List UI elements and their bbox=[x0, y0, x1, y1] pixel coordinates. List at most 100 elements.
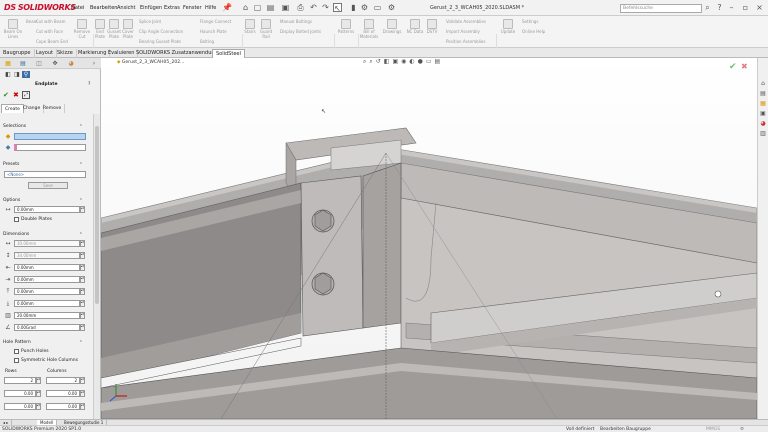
dim-field-1[interactable]: 30.00mm bbox=[14, 240, 80, 247]
cope-beam-end-button[interactable]: Cope Beam End bbox=[36, 39, 68, 44]
options-offset-field[interactable]: 0.00mm bbox=[14, 206, 80, 213]
gusset-plate-button[interactable]: Gusset Plate bbox=[107, 19, 121, 39]
view-palette-icon[interactable]: ▣ bbox=[759, 110, 767, 117]
display-bolted-joints-button[interactable]: Display Bolted Joints bbox=[280, 29, 321, 34]
row-spacing-field[interactable]: 0.00 bbox=[4, 390, 36, 397]
presets-select[interactable]: <None> bbox=[4, 171, 86, 178]
print-icon[interactable]: ⎙ bbox=[296, 3, 305, 12]
configuration-icon[interactable]: ◫ bbox=[35, 60, 43, 67]
rebuild-icon[interactable]: ▮ bbox=[349, 3, 358, 12]
tab-remove[interactable]: Remove bbox=[40, 104, 66, 113]
clip-angle-connection-button[interactable]: Clip Angle Connection bbox=[139, 29, 183, 34]
hide-icon[interactable]: ◨ bbox=[13, 71, 21, 78]
appearance-icon[interactable]: ● bbox=[418, 58, 426, 65]
rows-field[interactable]: 2 bbox=[4, 377, 36, 384]
search-icon[interactable]: ⌕ bbox=[703, 3, 712, 12]
collapse-icon[interactable]: ⌃ bbox=[79, 232, 83, 238]
dim-spin-3[interactable]: ▴▾ bbox=[80, 264, 85, 271]
bearing-gusset-plate-button[interactable]: Bearing Gusset Plate bbox=[139, 39, 181, 44]
options-icon[interactable]: ⚙ bbox=[360, 3, 369, 12]
import-assembly-button[interactable]: Import Assembly bbox=[446, 29, 480, 34]
online-help-button[interactable]: Online Help bbox=[522, 29, 545, 34]
help-status-icon[interactable]: ⚙ bbox=[740, 427, 744, 432]
validate-assemblies-button[interactable]: Validate Assemblies bbox=[446, 19, 486, 24]
collapse-icon[interactable]: ⌃ bbox=[79, 124, 83, 130]
open-icon[interactable]: ▤ bbox=[266, 3, 275, 12]
tab-solidsteel[interactable]: SolidSteel bbox=[212, 49, 245, 58]
stairs-button[interactable]: Stairs bbox=[243, 19, 257, 35]
splice-joint-button[interactable]: Splice Joint bbox=[139, 19, 161, 24]
end-plate-button[interactable]: End Plate bbox=[93, 19, 107, 39]
column-offset-spin[interactable]: ▴▾ bbox=[80, 403, 85, 410]
patterns-button[interactable]: Patterns bbox=[335, 19, 357, 35]
dimxpert-icon[interactable]: ✥ bbox=[51, 60, 59, 67]
hide-show-icon[interactable]: ◐ bbox=[409, 58, 417, 65]
save-icon[interactable]: ▣ bbox=[281, 3, 290, 12]
menu-tools[interactable]: Extras bbox=[164, 5, 180, 11]
face-selection-field[interactable] bbox=[14, 144, 86, 151]
dstv-button[interactable]: DSTV bbox=[424, 19, 440, 35]
dim-field-2[interactable]: 34.00mm bbox=[14, 252, 80, 259]
scene-icon[interactable]: ▭ bbox=[426, 58, 435, 65]
column-spacing-spin[interactable]: ▴▾ bbox=[80, 390, 85, 397]
position-assemblies-button[interactable]: Position Assemblies bbox=[446, 39, 485, 44]
columns-field[interactable]: 2 bbox=[46, 377, 80, 384]
confirm-corner-icon[interactable]: ✔ bbox=[729, 62, 737, 72]
view-orientation-icon[interactable]: ▣ bbox=[392, 58, 401, 65]
dim-field-3[interactable]: 0.00mm bbox=[14, 264, 80, 271]
appearances-icon[interactable]: ◕ bbox=[759, 120, 767, 127]
dim-spin-6[interactable]: ▴▾ bbox=[80, 300, 85, 307]
scrollbar-thumb[interactable] bbox=[95, 126, 99, 304]
settings-button[interactable]: Settings bbox=[522, 19, 538, 24]
file-explorer-icon[interactable]: ▦ bbox=[759, 100, 767, 107]
design-library-icon[interactable]: ▤ bbox=[759, 90, 767, 97]
cancel-corner-icon[interactable]: ✖ bbox=[741, 62, 748, 71]
filter-icon[interactable]: ◧ bbox=[4, 71, 12, 78]
home-icon[interactable]: ⌂ bbox=[241, 3, 250, 12]
dim-spin-5[interactable]: ▴▾ bbox=[80, 288, 85, 295]
pin-icon[interactable]: 📌 bbox=[222, 3, 232, 12]
options-spin[interactable]: ▴▾ bbox=[80, 206, 85, 213]
dim-spin-7[interactable]: ▴▾ bbox=[80, 312, 85, 319]
menu-view[interactable]: Ansicht bbox=[117, 5, 135, 11]
restore-icon[interactable]: ▫ bbox=[741, 3, 750, 12]
row-offset-spin[interactable]: ▴▾ bbox=[36, 403, 41, 410]
dim-field-7[interactable]: 20.00mm bbox=[14, 312, 80, 319]
dim-spin-4[interactable]: ▴▾ bbox=[80, 276, 85, 283]
tab-skizze[interactable]: Skizze bbox=[54, 49, 77, 58]
double-plates-checkbox[interactable] bbox=[14, 217, 19, 222]
beam-on-lines-button[interactable]: Beam On Lines bbox=[2, 19, 24, 39]
menu-help[interactable]: Hilfe bbox=[205, 5, 216, 11]
menu-edit[interactable]: Bearbeiten bbox=[90, 5, 117, 11]
display-manager-icon[interactable]: ◕ bbox=[67, 60, 75, 67]
collapse-icon[interactable]: ⌃ bbox=[79, 340, 83, 346]
expand-panel-icon[interactable]: › bbox=[90, 60, 98, 67]
columns-spin[interactable]: ▴▾ bbox=[80, 377, 85, 384]
drawings-button[interactable]: Drawings bbox=[381, 19, 403, 35]
menu-window[interactable]: Fenster bbox=[183, 5, 202, 11]
search-input[interactable]: Befehlssuche bbox=[620, 4, 702, 13]
feature-tree-flyout[interactable]: ◆ Gerust_2_3_WCAH05_202... bbox=[117, 60, 184, 65]
ok-icon[interactable]: ✔ bbox=[3, 91, 9, 99]
dim-spin-8[interactable]: ▴▾ bbox=[80, 324, 85, 331]
pin-panel-icon[interactable]: ⚲ bbox=[22, 71, 30, 78]
remove-cut-button[interactable]: Remove Cut bbox=[71, 19, 93, 39]
guard-rail-button[interactable]: Guard Rail bbox=[258, 19, 274, 39]
model-view[interactable] bbox=[101, 58, 757, 419]
dim-field-5[interactable]: 0.00mm bbox=[14, 288, 80, 295]
nc-data-button[interactable]: NC Data bbox=[404, 19, 426, 35]
dim-field-8[interactable]: 0.00Grad bbox=[14, 324, 80, 331]
cut-with-beam-button[interactable]: Cut with Beam bbox=[36, 19, 65, 24]
row-offset-field[interactable]: 0.00 bbox=[4, 403, 36, 410]
column-offset-field[interactable]: 0.00 bbox=[46, 403, 80, 410]
dim-spin-1[interactable]: ▴▾ bbox=[80, 240, 85, 247]
manual-boltings-button[interactable]: Manual Boltings bbox=[280, 19, 312, 24]
menu-file[interactable]: Datei bbox=[71, 5, 84, 11]
units-status[interactable]: MMGS bbox=[706, 427, 720, 432]
undo-icon[interactable]: ↶ bbox=[309, 3, 318, 12]
heads-up-toolbar[interactable]: ⌕⌕↺◧▣◉◐●▭▤ bbox=[363, 58, 553, 67]
minimize-icon[interactable]: – bbox=[727, 3, 736, 12]
cover-plate-button[interactable]: Cover Plate bbox=[121, 19, 135, 39]
view-settings-icon[interactable]: ▤ bbox=[435, 58, 444, 65]
cancel-icon[interactable]: ✖ bbox=[13, 91, 19, 99]
